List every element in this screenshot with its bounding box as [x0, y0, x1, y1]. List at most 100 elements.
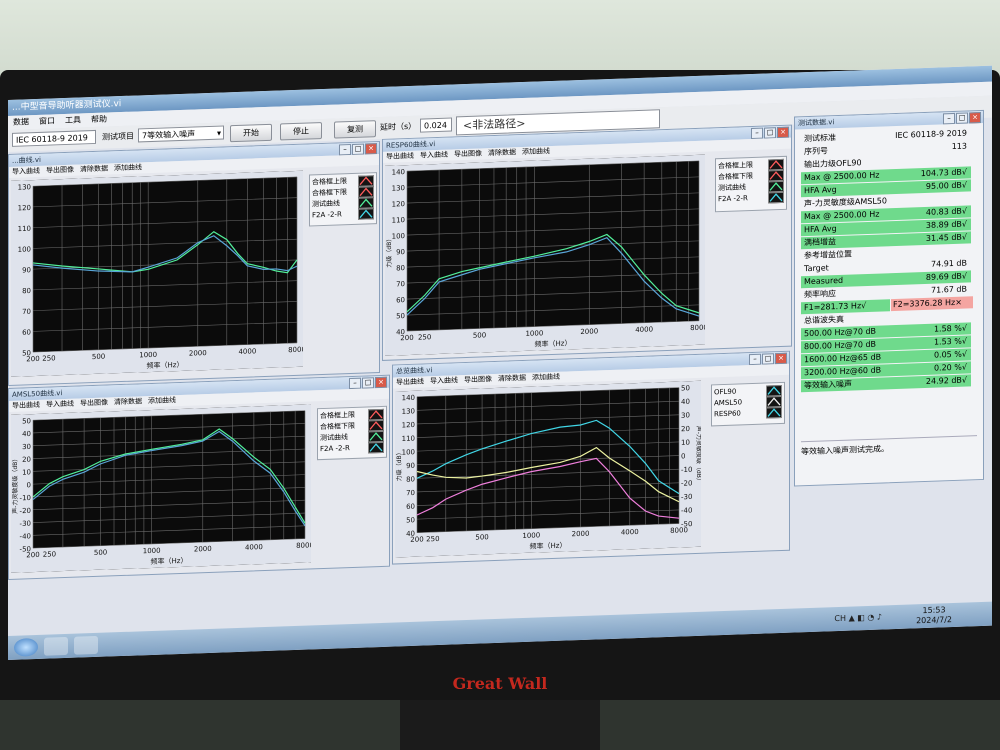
maximize-icon[interactable]: □: [956, 112, 968, 124]
delay-input[interactable]: 0.024: [420, 117, 452, 133]
y-tick-label: 90: [396, 248, 405, 256]
amsl50-menu-item[interactable]: 导出曲线: [12, 401, 40, 410]
app-title: ...中型音导助听器测试仪.vi: [12, 99, 122, 113]
close-icon[interactable]: ×: [775, 352, 787, 365]
y-tick-label: 60: [396, 296, 405, 304]
curve-menu-item[interactable]: 导入曲线: [12, 167, 40, 176]
app-menu-item[interactable]: 窗口: [39, 116, 55, 126]
y-axis-label: 力级（dB）: [385, 236, 393, 268]
status-text: 等效输入噪声测试完成。: [801, 435, 977, 477]
curve-menu-item[interactable]: 导出图像: [46, 166, 74, 175]
y2-tick-label: 50: [681, 384, 690, 392]
minimize-icon[interactable]: –: [749, 353, 761, 366]
cyan-wave-icon[interactable]: [768, 191, 784, 204]
close-icon[interactable]: ×: [777, 126, 789, 139]
app-taskbar-icon[interactable]: [74, 635, 98, 655]
start-orb-icon[interactable]: [14, 637, 38, 657]
x-tick-label: 250: [418, 333, 431, 341]
red-wave-icon[interactable]: [768, 169, 784, 182]
resp60-menu-item[interactable]: 导出图像: [454, 149, 482, 158]
cyan-wave-icon[interactable]: [766, 406, 782, 419]
total-menu-item[interactable]: 添加曲线: [532, 373, 560, 382]
retest-button[interactable]: 复测: [334, 120, 376, 139]
maximize-icon[interactable]: □: [764, 127, 776, 139]
monitor-stand: [400, 700, 600, 750]
x-tick-label: 500: [92, 353, 105, 361]
y2-axis-label: 声-力灵敏度级（dB）: [695, 426, 701, 484]
ime-indicator[interactable]: CH: [834, 614, 846, 623]
amsl50-menu-item[interactable]: 导出图像: [80, 399, 108, 408]
app-menu-item[interactable]: 工具: [65, 115, 81, 125]
data-row-label: 等效输入噪声: [804, 379, 852, 391]
green-wave-icon[interactable]: [368, 430, 384, 443]
app-menu-item[interactable]: 帮助: [91, 115, 107, 125]
chart-top-left: 1301201101009080706050200 250 500 1000 2000 4…: [11, 170, 303, 377]
explorer-icon[interactable]: [44, 636, 68, 656]
green-wave-icon[interactable]: [358, 197, 374, 209]
x-tick-label: 250: [426, 535, 439, 543]
green-wave-icon[interactable]: [768, 180, 784, 193]
window-total: 总览曲线.vi – □ × 导出曲线 导入曲线 导出图像 清除数据 添加曲线 140 130 1…: [392, 350, 790, 565]
data-row-label: 输出力级OFL90: [804, 158, 862, 170]
data-row-value: 40.83 dB√: [925, 206, 967, 217]
minimize-icon[interactable]: –: [943, 112, 955, 125]
curve-menu-item[interactable]: 清除数据: [80, 165, 108, 174]
data-row-value: 113: [951, 141, 967, 152]
minimize-icon[interactable]: –: [339, 144, 351, 156]
clock-date: 2024/7/2: [916, 615, 952, 626]
resp60-menu-item[interactable]: 清除数据: [488, 148, 516, 157]
y-tick-label: 90: [406, 462, 415, 470]
amsl50-menu-item[interactable]: 清除数据: [114, 397, 142, 406]
standard-field[interactable]: IEC 60118-9 2019: [12, 129, 96, 147]
red-wave-icon[interactable]: [358, 175, 374, 187]
y-tick-label: 50: [396, 312, 405, 320]
legend-label: 合格框下限: [718, 171, 753, 182]
close-icon[interactable]: ×: [365, 143, 377, 155]
resp60-menu-item[interactable]: 添加曲线: [522, 147, 550, 156]
cyan-wave-icon[interactable]: [358, 208, 374, 220]
red-wave-icon[interactable]: [368, 419, 384, 432]
x-tick-label: 4000: [635, 325, 653, 334]
curve-menu-item[interactable]: 添加曲线: [114, 163, 142, 172]
resp60-menu-item[interactable]: 导出曲线: [386, 152, 414, 161]
close-icon[interactable]: ×: [969, 112, 981, 124]
data-row-label: 参考增益位置: [804, 249, 852, 261]
y2-tick-label: -40: [681, 507, 692, 515]
y-tick-label: 140: [402, 394, 415, 402]
window-resp60: RESP60曲线.vi – □ × 导出曲线 导入曲线 导出图像 清除数据 添加曲线 140…: [382, 124, 792, 361]
white-wave-icon[interactable]: [766, 395, 782, 408]
maximize-icon[interactable]: □: [352, 143, 364, 155]
test-item-select[interactable]: 7等效输入噪声 ▾: [138, 125, 224, 143]
maximize-icon[interactable]: □: [762, 353, 774, 365]
app-menu-item[interactable]: 数据: [13, 117, 29, 127]
red-wave-icon[interactable]: [768, 158, 784, 171]
stop-button[interactable]: 停止: [280, 122, 322, 141]
total-menu-item[interactable]: 导入曲线: [430, 376, 458, 385]
y-tick-label: 120: [402, 421, 415, 429]
y-tick-label: -20: [20, 507, 31, 515]
total-menu-item[interactable]: 清除数据: [498, 374, 526, 383]
y2-tick-label: 30: [681, 411, 690, 419]
close-icon[interactable]: ×: [375, 376, 387, 389]
x-tick-label: 4000: [621, 528, 639, 537]
total-menu-item[interactable]: 导出图像: [464, 375, 492, 384]
amsl50-menu-item[interactable]: 添加曲线: [148, 396, 176, 405]
cyan-wave-icon[interactable]: [368, 441, 384, 454]
cyan-wave-icon[interactable]: [766, 384, 782, 397]
amsl50-menu-item[interactable]: 导入曲线: [46, 400, 74, 409]
minimize-icon[interactable]: –: [751, 127, 763, 140]
red-wave-icon[interactable]: [358, 186, 374, 198]
y2-tick-label: 10: [681, 439, 690, 447]
maximize-icon[interactable]: □: [362, 377, 374, 389]
minimize-icon[interactable]: –: [349, 377, 361, 390]
chart-total: 14013012011010090807060504050403020100-1…: [395, 380, 701, 558]
start-button[interactable]: 开始: [230, 123, 272, 143]
red-wave-icon[interactable]: [368, 408, 384, 421]
x-tick-label: 2000: [580, 327, 598, 336]
x-tick-label: 4000: [238, 347, 256, 356]
y-tick-label: -40: [20, 532, 31, 540]
resp60-menu-item[interactable]: 导入曲线: [420, 151, 448, 160]
total-menu-item[interactable]: 导出曲线: [396, 377, 424, 386]
x-tick-label: 500: [94, 549, 107, 557]
clock[interactable]: 15:53 2024/7/2: [916, 605, 952, 626]
